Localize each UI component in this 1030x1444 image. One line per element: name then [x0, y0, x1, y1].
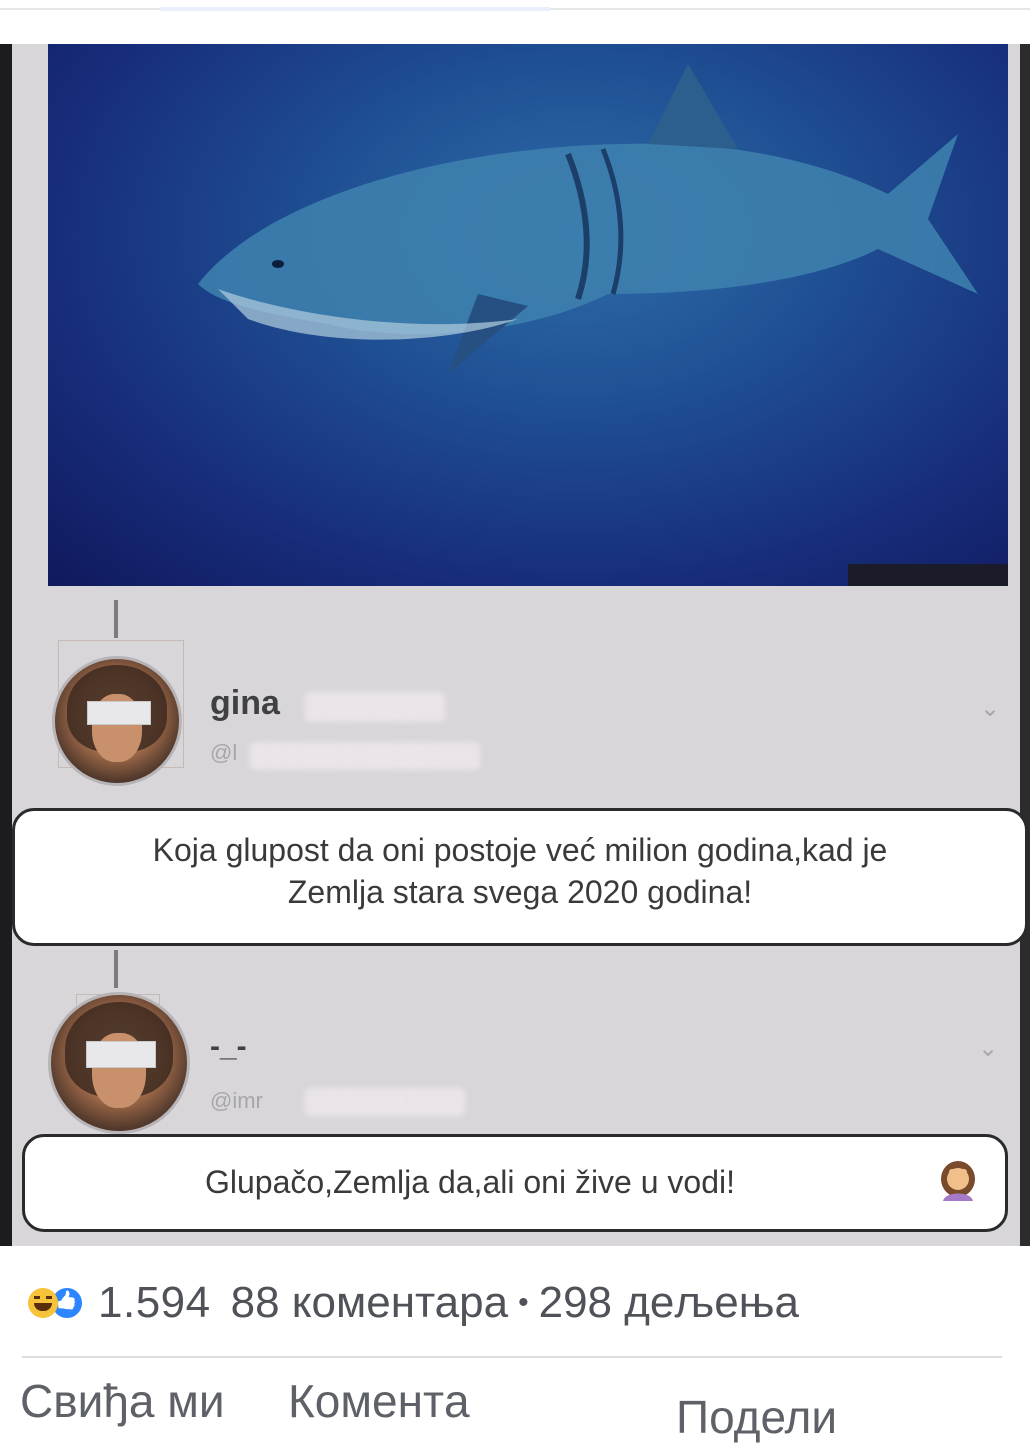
comment-text-line1: Koja glupost da oni postoje već milion g…	[152, 832, 888, 868]
speech-bubble: Glupačo,Zemlja da,ali oni žive u vodi!	[22, 1134, 1008, 1232]
top-accent	[160, 7, 550, 11]
thread-connector	[114, 600, 118, 638]
action-divider	[22, 1356, 1002, 1358]
chevron-down-icon[interactable]: ⌄	[980, 694, 1000, 723]
haha-icon[interactable]	[28, 1288, 58, 1318]
post-image[interactable]: gina @l ⌄ Koja glupost da oni postoje ve…	[0, 44, 1030, 1246]
blurred-handle	[250, 742, 480, 770]
thread-connector	[114, 950, 118, 988]
shark-picture	[48, 44, 1008, 586]
photo-left-edge	[0, 44, 12, 1246]
share-count[interactable]: 298 дељења	[539, 1278, 799, 1328]
comment-username[interactable]: -_-	[210, 1030, 247, 1064]
censor-bar	[86, 1041, 157, 1068]
comment-count[interactable]: 88 коментара	[231, 1278, 508, 1328]
comment-handle[interactable]: @l	[210, 740, 237, 766]
comment-handle[interactable]: @imr	[210, 1088, 263, 1114]
top-strip	[0, 0, 1030, 40]
blurred-name	[305, 692, 445, 722]
speech-bubble: Koja glupost da oni postoje već milion g…	[12, 808, 1028, 946]
comment-text-line2: Zemlja stara svega 2020 godina!	[287, 874, 753, 910]
avatar[interactable]	[52, 656, 182, 786]
comment-username[interactable]: gina	[210, 684, 280, 723]
separator-dot: •	[518, 1286, 529, 1319]
comment-button[interactable]: Коментa	[288, 1374, 470, 1428]
blurred-handle	[305, 1088, 465, 1116]
comment-text: Glupačo,Zemlja da,ali oni žive u vodi!	[204, 1164, 736, 1200]
like-button[interactable]: Свиђа ми	[20, 1374, 225, 1428]
shark-illustration	[198, 64, 1008, 586]
avatar[interactable]	[48, 992, 190, 1134]
chevron-down-icon[interactable]: ⌄	[978, 1034, 998, 1063]
photo-right-edge	[1020, 44, 1030, 1246]
share-button[interactable]: Подели	[676, 1390, 837, 1444]
facepalm-emoji-icon	[941, 1161, 975, 1201]
reaction-count[interactable]: 1.594	[98, 1278, 211, 1328]
censor-bar	[87, 701, 152, 726]
reaction-stats: 1.594 88 коментара • 298 дељења	[28, 1278, 1008, 1328]
